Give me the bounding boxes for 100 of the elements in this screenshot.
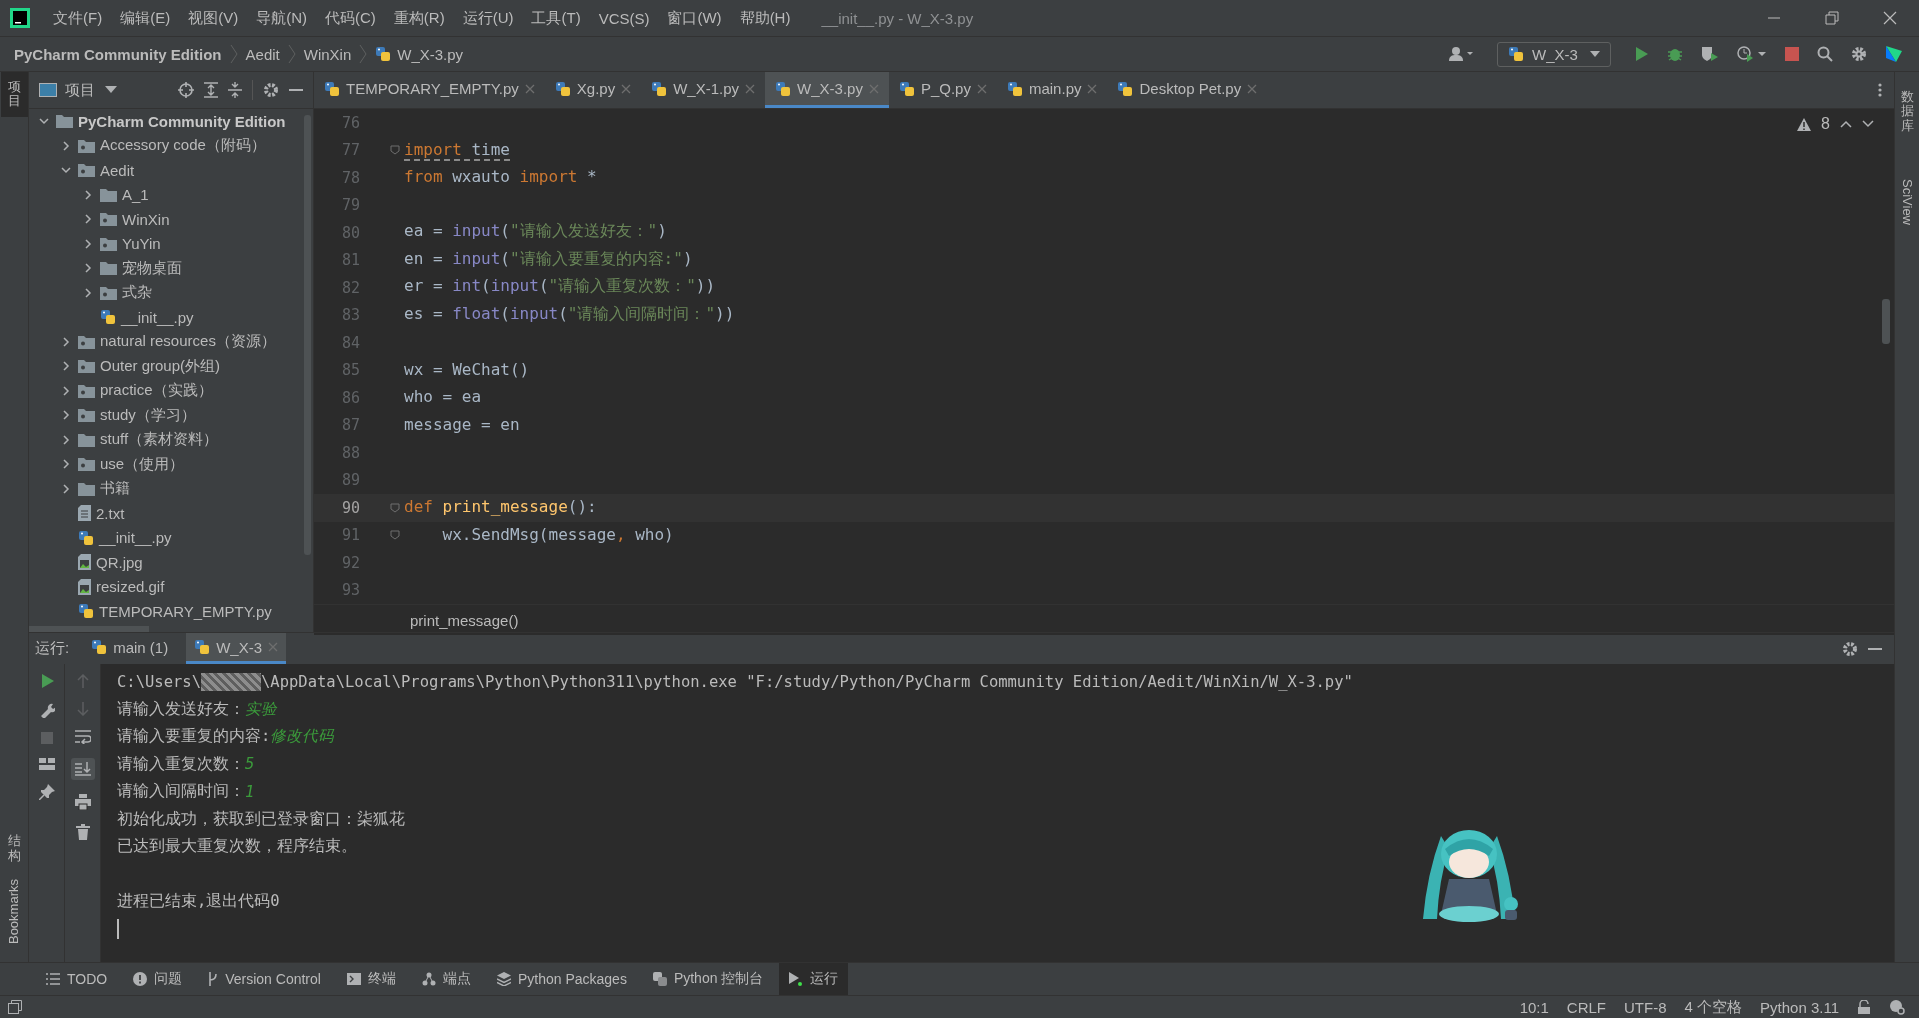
tool-window-button[interactable]: Python Packages — [486, 963, 637, 995]
editor-tab[interactable]: W_X-3.py — [765, 72, 889, 108]
menu-item[interactable]: 工具(T) — [522, 8, 590, 28]
tool-window-button[interactable]: TODO — [36, 963, 118, 995]
close-icon[interactable] — [1883, 11, 1897, 25]
editor-tab[interactable]: Xg.py — [544, 72, 642, 108]
breadcrumb-item[interactable]: WinXin — [303, 45, 352, 63]
breadcrumb-item[interactable]: Aedit — [245, 45, 280, 63]
tool-window-tab[interactable]: 数据库 — [1893, 82, 1919, 141]
trash-icon[interactable] — [75, 824, 90, 840]
tree-item[interactable]: stuff（素材资料） — [100, 430, 219, 450]
status-item[interactable]: 4 个空格 — [1684, 997, 1743, 1017]
tree-item[interactable]: 书籍 — [100, 479, 130, 499]
chevron-right-icon[interactable] — [60, 360, 72, 373]
status-item[interactable]: UTF-8 — [1624, 998, 1667, 1016]
warning-icon[interactable] — [1797, 117, 1812, 131]
chevron-right-icon[interactable] — [60, 433, 72, 446]
pin-icon[interactable] — [38, 784, 55, 800]
menu-item[interactable]: 运行(U) — [453, 8, 523, 28]
tool-window-button[interactable]: 终端 — [336, 963, 406, 995]
print-icon[interactable] — [74, 794, 91, 810]
user-icon[interactable] — [1449, 46, 1475, 62]
tree-item[interactable]: Outer group(外组) — [100, 356, 221, 376]
chevron-up-icon[interactable] — [1840, 120, 1852, 128]
status-item[interactable]: CRLF — [1566, 998, 1607, 1016]
menu-item[interactable]: VCS(S) — [589, 9, 659, 27]
tree-item[interactable]: 2.txt — [96, 504, 125, 522]
tree-item[interactable]: QR.jpg — [96, 553, 143, 571]
search-icon[interactable] — [1817, 46, 1833, 62]
run-tab[interactable]: main (1) — [83, 633, 177, 664]
layout-icon[interactable] — [38, 758, 55, 770]
breadcrumb-item[interactable]: W_X-3.py — [397, 45, 464, 63]
breadcrumb-item[interactable]: PyCharm Community Edition — [14, 45, 222, 63]
caret-icon[interactable] — [105, 86, 117, 94]
chevron-right-icon[interactable] — [82, 237, 94, 250]
tool-window-button[interactable]: 端点 — [411, 963, 481, 995]
chevron-right-icon[interactable] — [60, 139, 72, 152]
tree-item[interactable]: 宠物桌面 — [122, 258, 182, 278]
project-root-label[interactable]: PyCharm Community Edition — [78, 112, 286, 130]
chevron-right-icon[interactable] — [60, 384, 72, 397]
tool-window-button[interactable]: Python 控制台 — [642, 963, 774, 995]
chevron-right-icon[interactable] — [60, 458, 72, 471]
chevron-right-icon[interactable] — [82, 213, 94, 226]
editor-tab[interactable]: P_Q.py — [888, 72, 997, 108]
editor-tab[interactable]: W_X-1.py — [641, 72, 766, 108]
tree-item[interactable]: 式杂 — [122, 283, 152, 303]
chevron-right-icon[interactable] — [82, 262, 94, 275]
tool-window-tab[interactable]: SciView — [1894, 170, 1919, 233]
tree-item[interactable]: __init__.py — [99, 529, 172, 547]
scroll-to-end-button[interactable] — [70, 758, 95, 780]
target-icon[interactable] — [178, 82, 194, 98]
tree-item[interactable]: TEMPORARY_EMPTY.py — [99, 602, 272, 620]
run-icon[interactable] — [39, 674, 54, 688]
tree-item[interactable]: practice（实践） — [100, 381, 213, 401]
settings-icon[interactable] — [263, 82, 279, 98]
inspector-icon[interactable] — [1889, 999, 1905, 1015]
tree-item[interactable]: resized.gif — [96, 578, 165, 596]
tool-window-button[interactable]: Version Control — [198, 963, 331, 995]
tool-window-button[interactable]: 问题 — [123, 963, 193, 995]
chevron-right-icon[interactable] — [82, 286, 94, 299]
scrollbar[interactable] — [1882, 299, 1890, 344]
fold-marker-icon[interactable] — [390, 502, 400, 513]
lock-icon[interactable] — [1857, 1000, 1871, 1014]
tree-item[interactable]: Accessory code（附码） — [100, 136, 266, 156]
chevron-down-icon[interactable] — [1862, 120, 1874, 128]
editor-tab[interactable]: Desktop Pet.py — [1107, 72, 1268, 108]
editor-tab[interactable]: main.py — [996, 72, 1108, 108]
run-tab[interactable]: W_X-3 — [186, 633, 287, 664]
restore-icon[interactable] — [1825, 11, 1839, 25]
editor-tab[interactable]: TEMPORARY_EMPTY.py — [314, 72, 545, 108]
menu-item[interactable]: 编辑(E) — [111, 8, 180, 28]
tree-item[interactable]: A_1 — [122, 186, 149, 204]
layout-toggle-icon[interactable] — [8, 1000, 22, 1014]
clock-run-icon[interactable] — [1737, 46, 1767, 62]
warning-count[interactable]: 8 — [1821, 115, 1830, 133]
status-item[interactable]: Python 3.11 — [1760, 998, 1839, 1016]
chevron-right-icon[interactable] — [82, 188, 94, 201]
scope-breadcrumb[interactable]: print_message() — [410, 611, 519, 629]
menu-item[interactable]: 代码(C) — [316, 8, 385, 28]
chevron-right-icon[interactable] — [60, 335, 72, 348]
run-configuration-dropdown[interactable]: W_X-3 — [1497, 41, 1611, 67]
menu-item[interactable]: 重构(R) — [384, 8, 454, 28]
tree-item[interactable]: study（学习） — [100, 405, 196, 425]
tree-item[interactable]: Aedit — [100, 161, 135, 179]
tool-window-button[interactable]: 运行 — [779, 963, 849, 995]
menu-item[interactable]: 导航(N) — [247, 8, 316, 28]
tree-item[interactable]: WinXin — [122, 210, 170, 228]
settings-icon[interactable] — [1842, 640, 1858, 657]
tree-item[interactable]: natural resources（资源） — [100, 332, 276, 352]
menu-item[interactable]: 帮助(H) — [730, 8, 800, 28]
soft-wrap-icon[interactable] — [74, 730, 91, 744]
run-icon[interactable] — [1633, 46, 1649, 62]
fold-marker-icon[interactable] — [390, 530, 400, 541]
expand-all-icon[interactable] — [204, 82, 218, 98]
status-item[interactable]: 10:1 — [1519, 998, 1549, 1016]
fold-marker-icon[interactable] — [390, 145, 400, 156]
chevron-right-icon[interactable] — [60, 409, 72, 422]
tool-window-tab[interactable]: Bookmarks — [1, 870, 27, 952]
shield-run-icon[interactable] — [1701, 46, 1719, 62]
scrollbar[interactable] — [29, 626, 149, 632]
